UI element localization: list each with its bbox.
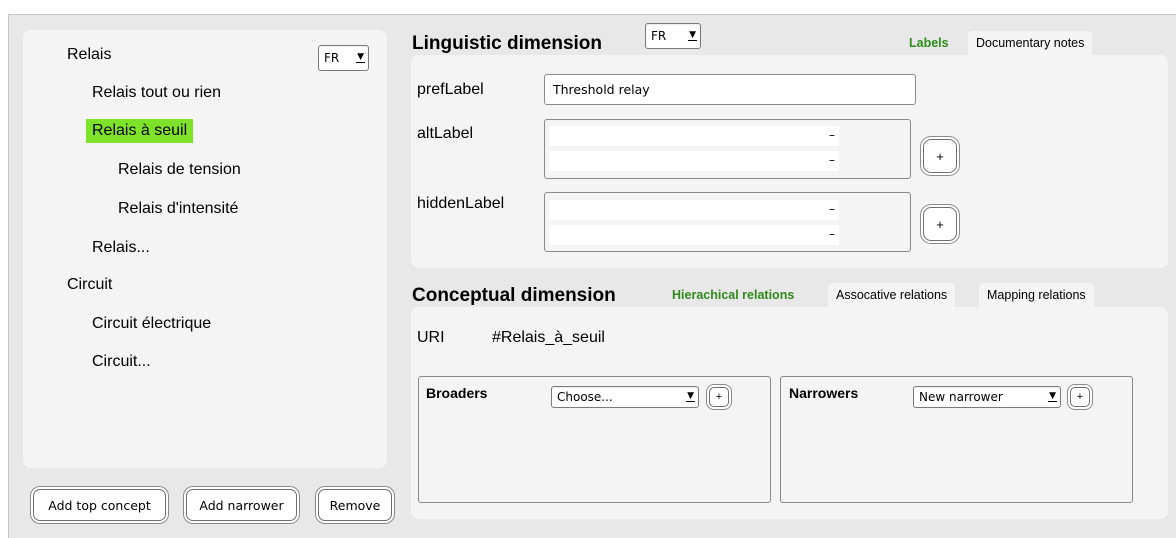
tab-associative-relations[interactable]: Assocative relations — [828, 283, 956, 307]
tree-item-relais-a-seuil[interactable]: Relais à seuil — [86, 119, 194, 143]
tab-mapping-relations[interactable]: Mapping relations — [979, 283, 1094, 307]
tree-item-relais[interactable]: Relais — [67, 46, 111, 64]
altlabel-label: altLabel — [417, 125, 474, 142]
narrowers-title: Narrowers — [789, 385, 859, 401]
tab-labels[interactable]: Labels — [901, 31, 957, 55]
tab-documentary-notes[interactable]: Documentary notes — [968, 31, 1093, 55]
remove-button[interactable]: Remove — [318, 489, 392, 521]
uri-label: URI — [417, 329, 445, 346]
tree-item-circuit[interactable]: Circuit — [67, 276, 112, 294]
tree-item-circuit-more[interactable]: Circuit... — [92, 353, 151, 371]
dropdown-arrow-icon: ▼ — [356, 52, 365, 63]
add-narrower-button[interactable]: Add narrower — [186, 489, 297, 521]
add-broader-button[interactable]: + — [709, 387, 729, 407]
add-hiddenlabel-button[interactable]: + — [923, 207, 957, 241]
altlabel-row[interactable]: – — [549, 126, 839, 146]
remove-altlabel-icon[interactable]: – — [829, 128, 835, 142]
altlabel-row[interactable]: – — [549, 151, 839, 171]
broaders-title: Broaders — [426, 385, 488, 401]
tree-item-relais-more[interactable]: Relais... — [92, 239, 150, 257]
remove-hiddenlabel-icon[interactable]: – — [829, 202, 835, 216]
dropdown-arrow-icon: ▼ — [686, 391, 695, 402]
narrowers-select-value: New narrower — [919, 390, 1003, 404]
linguistic-dimension-title: Linguistic dimension — [412, 33, 603, 54]
hiddenlabel-row[interactable]: – — [549, 225, 839, 245]
linguistic-language-value: FR — [651, 29, 667, 43]
preflabel-input[interactable]: Threshold relay — [544, 74, 916, 105]
tree-item-relais-tout-ou-rien[interactable]: Relais tout ou rien — [92, 84, 221, 102]
broaders-select[interactable]: Choose... ▼ — [551, 386, 699, 408]
conceptual-dimension-title: Conceptual dimension — [412, 285, 616, 306]
tree-item-relais-d-intensite[interactable]: Relais d'intensité — [118, 200, 238, 218]
tab-hierarchical-relations[interactable]: Hierachical relations — [664, 283, 802, 307]
broaders-select-value: Choose... — [557, 390, 613, 404]
dropdown-arrow-icon: ▼ — [1048, 391, 1057, 402]
add-narrower-relation-button[interactable]: + — [1070, 387, 1090, 407]
hiddenlabel-list: – – — [544, 192, 911, 252]
tree-item-relais-de-tension[interactable]: Relais de tension — [118, 161, 241, 179]
tree-language-value: FR — [324, 51, 340, 65]
hiddenlabel-row[interactable]: – — [549, 200, 839, 220]
hiddenlabel-label: hiddenLabel — [417, 195, 505, 212]
tree-item-circuit-electrique[interactable]: Circuit électrique — [92, 315, 211, 333]
tree-language-select[interactable]: FR ▼ — [318, 45, 369, 71]
remove-altlabel-icon[interactable]: – — [829, 153, 835, 167]
altlabel-list: – – — [544, 119, 911, 179]
add-altlabel-button[interactable]: + — [923, 139, 957, 173]
dropdown-arrow-icon: ▼ — [688, 30, 697, 41]
uri-value: #Relais_à_seuil — [492, 329, 605, 346]
remove-hiddenlabel-icon[interactable]: – — [829, 227, 835, 241]
preflabel-label: prefLabel — [417, 81, 484, 98]
linguistic-language-select[interactable]: FR ▼ — [645, 23, 701, 49]
add-top-concept-button[interactable]: Add top concept — [33, 489, 166, 521]
narrowers-select[interactable]: New narrower ▼ — [913, 386, 1061, 408]
